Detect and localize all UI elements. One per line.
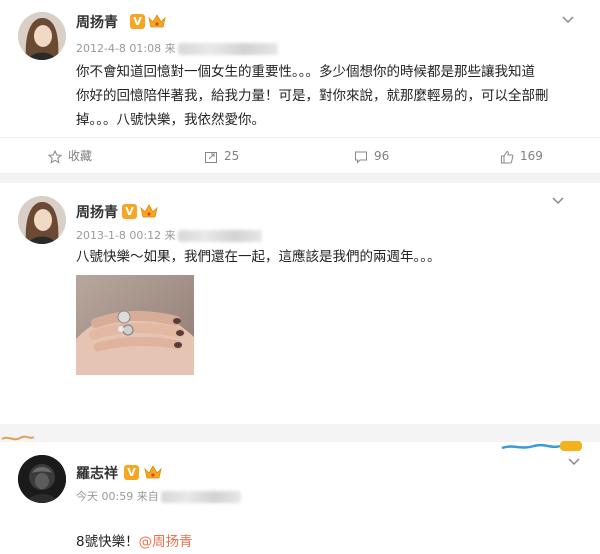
- verified-badge: V: [124, 465, 139, 480]
- weibo-post-2: 周扬青 V 2013-1-8 00:12 来 八號快樂～如果，我們還在一起，這應…: [0, 183, 600, 423]
- chevron-down-icon[interactable]: [562, 16, 574, 24]
- crown-icon: [148, 13, 166, 29]
- crown-icon: [140, 203, 158, 219]
- verified-badge: V: [122, 204, 137, 219]
- comment-icon: [355, 151, 367, 164]
- comment-count: 96: [374, 149, 390, 163]
- post-timestamp[interactable]: 2013-1-8 00:12 来: [76, 227, 262, 243]
- timestamp-text: 2013-1-8 00:12 来: [76, 229, 176, 242]
- like-count: 169: [520, 149, 543, 163]
- action-bar: 收藏 25 96 169: [0, 137, 600, 174]
- post-text-body: 8號快樂！: [76, 534, 139, 550]
- post-separator: [0, 173, 600, 183]
- mention-link[interactable]: @周扬青: [139, 534, 193, 550]
- post-text: 八號快樂～如果，我們還在一起，這應該是我們的兩週年。。。: [76, 249, 441, 265]
- crown-icon: [144, 464, 162, 480]
- repost-button[interactable]: 25: [204, 138, 239, 174]
- avatar[interactable]: [18, 12, 66, 60]
- repost-count: 25: [224, 149, 240, 163]
- redacted-source: [177, 230, 262, 242]
- redacted-source: [177, 43, 278, 55]
- post-timestamp[interactable]: 今天 00:59 来自: [76, 488, 241, 504]
- favorite-label: 收藏: [68, 149, 93, 163]
- post-timestamp[interactable]: 2012-4-8 01:08 来: [76, 40, 278, 56]
- verified-badge: V: [130, 14, 145, 29]
- timestamp-text: 今天 00:59 来自: [76, 490, 159, 503]
- avatar[interactable]: [18, 455, 66, 503]
- thumbs-up-icon: [501, 150, 514, 163]
- timestamp-text: 2012-4-8 01:08 来: [76, 42, 176, 55]
- comment-button[interactable]: 96: [354, 138, 389, 174]
- post-image-hand-ring[interactable]: [76, 275, 194, 375]
- post-text: 你不會知道回憶對一個女生的重要性。。。多少個想你的時候都是那些讓我知道 你好的回…: [76, 64, 549, 128]
- author-name[interactable]: 周扬青: [76, 12, 118, 32]
- redacted-source: [160, 491, 241, 503]
- favorite-button[interactable]: 收藏: [47, 138, 93, 174]
- avatar[interactable]: [18, 196, 66, 244]
- chevron-down-icon[interactable]: [568, 458, 580, 466]
- author-name[interactable]: 周扬青: [76, 202, 118, 222]
- weibo-post-3: 羅志祥 V 今天 00:59 来自 8號快樂！@周扬青: [0, 442, 600, 550]
- author-name[interactable]: 羅志祥: [76, 463, 118, 483]
- star-icon: [47, 149, 63, 164]
- weibo-post-1: 周扬青 V 2012-4-8 01:08 来 你不會知道回憶對一個女生的重要性。…: [0, 0, 600, 175]
- chevron-down-icon[interactable]: [552, 197, 564, 205]
- repost-icon: [205, 151, 217, 163]
- like-button[interactable]: 169: [500, 138, 543, 174]
- post-text: 8號快樂！@周扬青: [76, 506, 586, 554]
